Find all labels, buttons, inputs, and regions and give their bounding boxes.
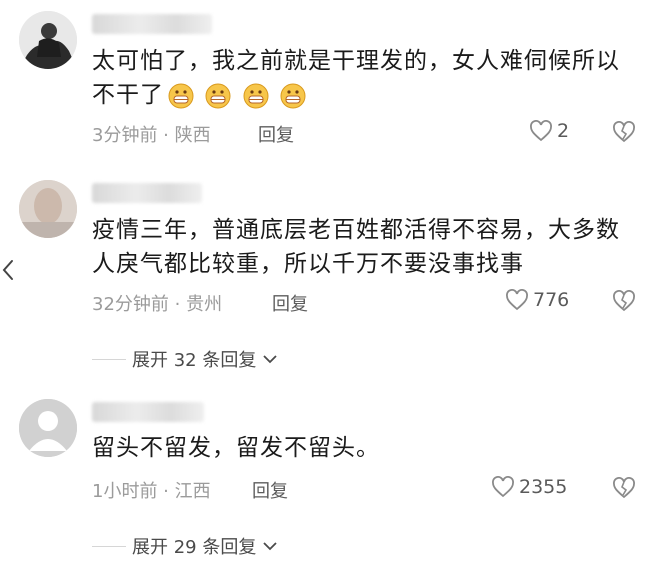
expand-replies-button[interactable]: 展开 32 条回复	[92, 346, 278, 372]
chevron-down-icon	[263, 355, 277, 364]
username[interactable]	[92, 402, 204, 422]
like-button[interactable]: 776	[505, 289, 569, 311]
emoji-group	[168, 79, 309, 113]
heart-icon	[530, 120, 552, 142]
comment-line-text: 不干了	[92, 82, 164, 108]
avatar[interactable]	[19, 11, 77, 69]
reply-button[interactable]: 回复	[252, 477, 288, 503]
like-count: 2	[557, 120, 570, 142]
dislike-button[interactable]	[612, 290, 636, 312]
comment-text: 留头不留发，留发不留头。	[92, 431, 380, 465]
chevron-down-icon	[263, 542, 277, 551]
comment-line: 太可怕了，我之前就是干理发的，女人难伺候所以	[92, 48, 620, 74]
expand-replies-label: 展开 29 条回复	[132, 537, 257, 558]
comment-line: 人戾气都比较重，所以千万不要没事找事	[92, 251, 524, 277]
comment-text: 太可怕了，我之前就是干理发的，女人难伺候所以 不干了	[92, 44, 620, 113]
divider	[92, 358, 126, 360]
like-count: 776	[533, 289, 570, 311]
avatar[interactable]	[19, 180, 77, 238]
grimace-emoji-icon	[205, 83, 231, 109]
comment-line: 不干了	[92, 78, 620, 113]
dislike-button[interactable]	[612, 121, 636, 143]
grimace-emoji-icon	[243, 83, 269, 109]
like-button[interactable]: 2	[529, 120, 569, 142]
grimace-emoji-icon	[280, 83, 306, 109]
username[interactable]	[92, 14, 212, 34]
divider	[92, 545, 126, 547]
avatar[interactable]	[19, 399, 77, 457]
like-button[interactable]: 2355	[491, 476, 567, 498]
grimace-emoji-icon	[168, 83, 194, 109]
reply-button[interactable]: 回复	[272, 290, 308, 316]
dislike-button[interactable]	[612, 477, 636, 499]
expand-replies-button[interactable]: 展开 29 条回复	[92, 533, 278, 559]
broken-heart-icon	[613, 290, 635, 312]
comment-line: 疫情三年，普通底层老百姓都活得不容易，大多数	[92, 217, 620, 243]
comment-line: 留头不留发，留发不留头。	[92, 435, 380, 461]
expand-replies-label: 展开 32 条回复	[132, 350, 257, 371]
chevron-left-icon[interactable]	[2, 258, 14, 286]
heart-icon	[492, 476, 514, 498]
username[interactable]	[92, 183, 202, 203]
broken-heart-icon	[613, 477, 635, 499]
comment-meta: 32分钟前 · 贵州	[92, 294, 223, 315]
comment-meta: 3分钟前 · 陕西	[92, 125, 211, 146]
heart-icon	[506, 289, 528, 311]
comment-meta: 1小时前 · 江西	[92, 481, 211, 502]
like-count: 2355	[519, 476, 568, 498]
comment-text: 疫情三年，普通底层老百姓都活得不容易，大多数 人戾气都比较重，所以千万不要没事找…	[92, 213, 620, 281]
broken-heart-icon	[613, 121, 635, 143]
reply-button[interactable]: 回复	[258, 121, 294, 147]
